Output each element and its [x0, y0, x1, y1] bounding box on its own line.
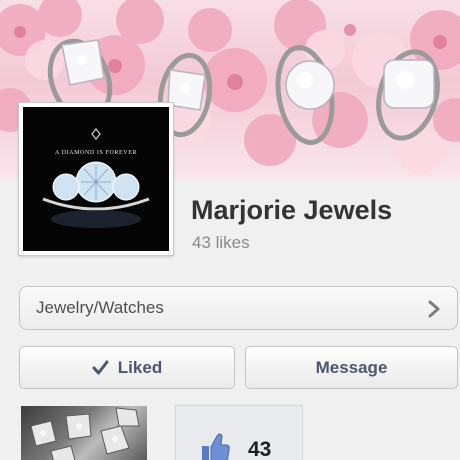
photos-tile[interactable] [21, 406, 147, 460]
message-button-label: Message [315, 357, 388, 377]
thumbs-up-icon [202, 433, 230, 460]
facebook-page-mobile: A DIAMOND IS FOREVER Marjorie Jewels 43 … [0, 0, 460, 460]
chevron-right-icon [428, 300, 440, 318]
page-title: Marjorie Jewels [191, 195, 393, 225]
checkmark-icon [92, 360, 109, 375]
liked-button[interactable]: Liked [19, 346, 235, 389]
diamonds-photo [30, 407, 140, 460]
profile-picture[interactable]: A DIAMOND IS FOREVER [19, 103, 173, 255]
message-button[interactable]: Message [245, 346, 458, 389]
likes-tile[interactable]: 43 [175, 405, 303, 460]
diamond-ring-image [42, 128, 150, 228]
likes-tile-count: 43 [248, 438, 272, 460]
likes-count-text[interactable]: 43 likes [192, 233, 250, 253]
category-label: Jewelry/Watches [36, 298, 164, 317]
profile-picture-image: A DIAMOND IS FOREVER [23, 107, 169, 251]
liked-button-label: Liked [117, 357, 163, 377]
category-button[interactable]: Jewelry/Watches [19, 286, 458, 330]
profile-tagline: A DIAMOND IS FOREVER [54, 150, 138, 156]
